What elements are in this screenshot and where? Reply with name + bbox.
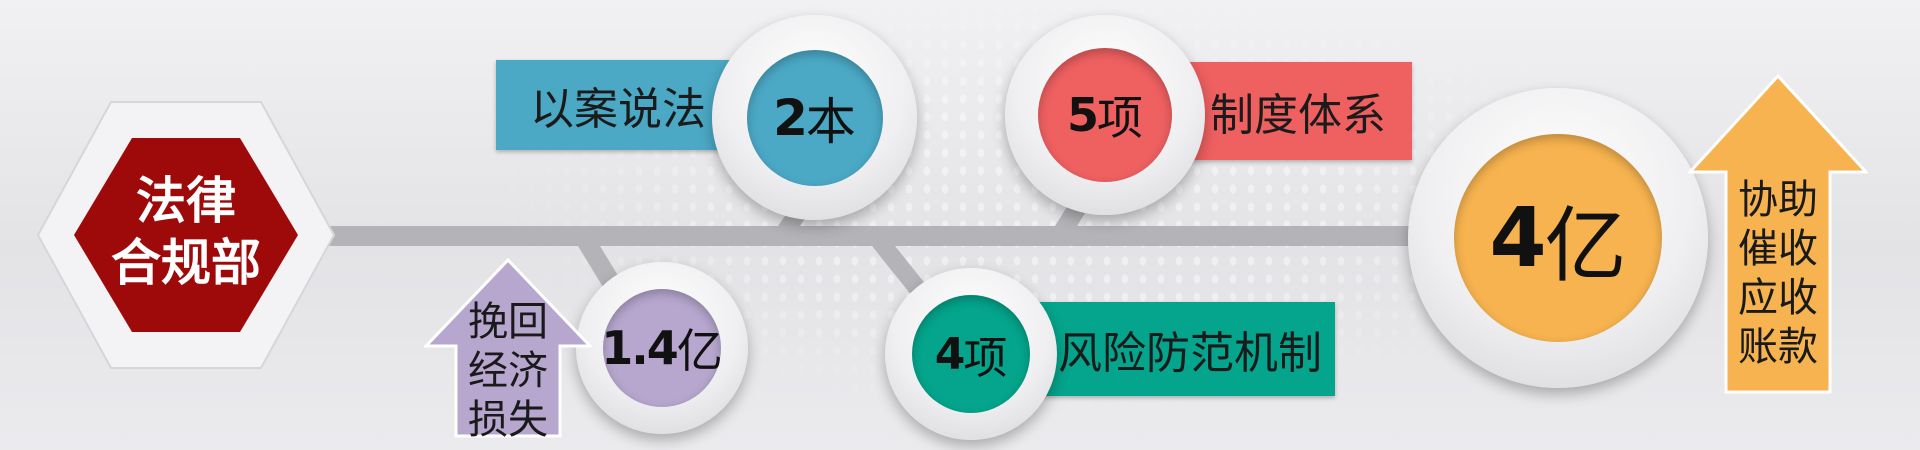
arrow-line: 损失	[468, 397, 548, 443]
stat-unit: 本	[805, 92, 856, 151]
stat-circle-4yi: 4亿	[1408, 88, 1708, 388]
stat-unit: 亿	[676, 324, 723, 378]
stat-value: 1.4	[601, 321, 678, 375]
arrow-line: 应收	[1738, 275, 1818, 321]
banner-label: 制度体系	[1210, 90, 1386, 141]
banner-label: 风险防范机制	[1058, 328, 1322, 379]
stat-circle-4xiang: 4项	[885, 268, 1057, 440]
department-name-line2: 合规部	[111, 234, 261, 292]
arrow-wanhuijingjisunshi: 挽回 经济 损失	[424, 258, 592, 443]
stat-circle-1.4yi: 1.4 亿	[576, 262, 748, 434]
arrow-line: 账款	[1738, 324, 1818, 370]
department-name-line1: 法律	[136, 172, 236, 230]
timeline-line	[300, 226, 1480, 246]
stat-unit: 项	[1097, 91, 1143, 145]
stat-circle-5xiang: 5项	[1005, 15, 1205, 215]
stat-unit: 项	[963, 333, 1008, 384]
stat-value: 5	[1066, 88, 1099, 142]
arrow-line: 协助	[1738, 177, 1818, 223]
banner-yianshuofa: 以案说法	[496, 60, 746, 150]
stat-value: 2	[773, 88, 808, 147]
stat-unit: 亿	[1544, 198, 1627, 294]
department-hexagon: 法律 合规部	[36, 100, 336, 370]
stat-value: 4	[934, 328, 966, 380]
stat-value: 4	[1489, 190, 1546, 286]
arrow-line: 挽回	[468, 299, 548, 345]
arrow-line: 经济	[468, 348, 548, 394]
banner-label: 以案说法	[530, 84, 706, 135]
stat-circle-2ben: 2本	[712, 15, 917, 220]
arrow-line: 催收	[1738, 226, 1818, 272]
arrow-xiezhucuishou: 协助 催收 应收 账款	[1688, 74, 1868, 394]
